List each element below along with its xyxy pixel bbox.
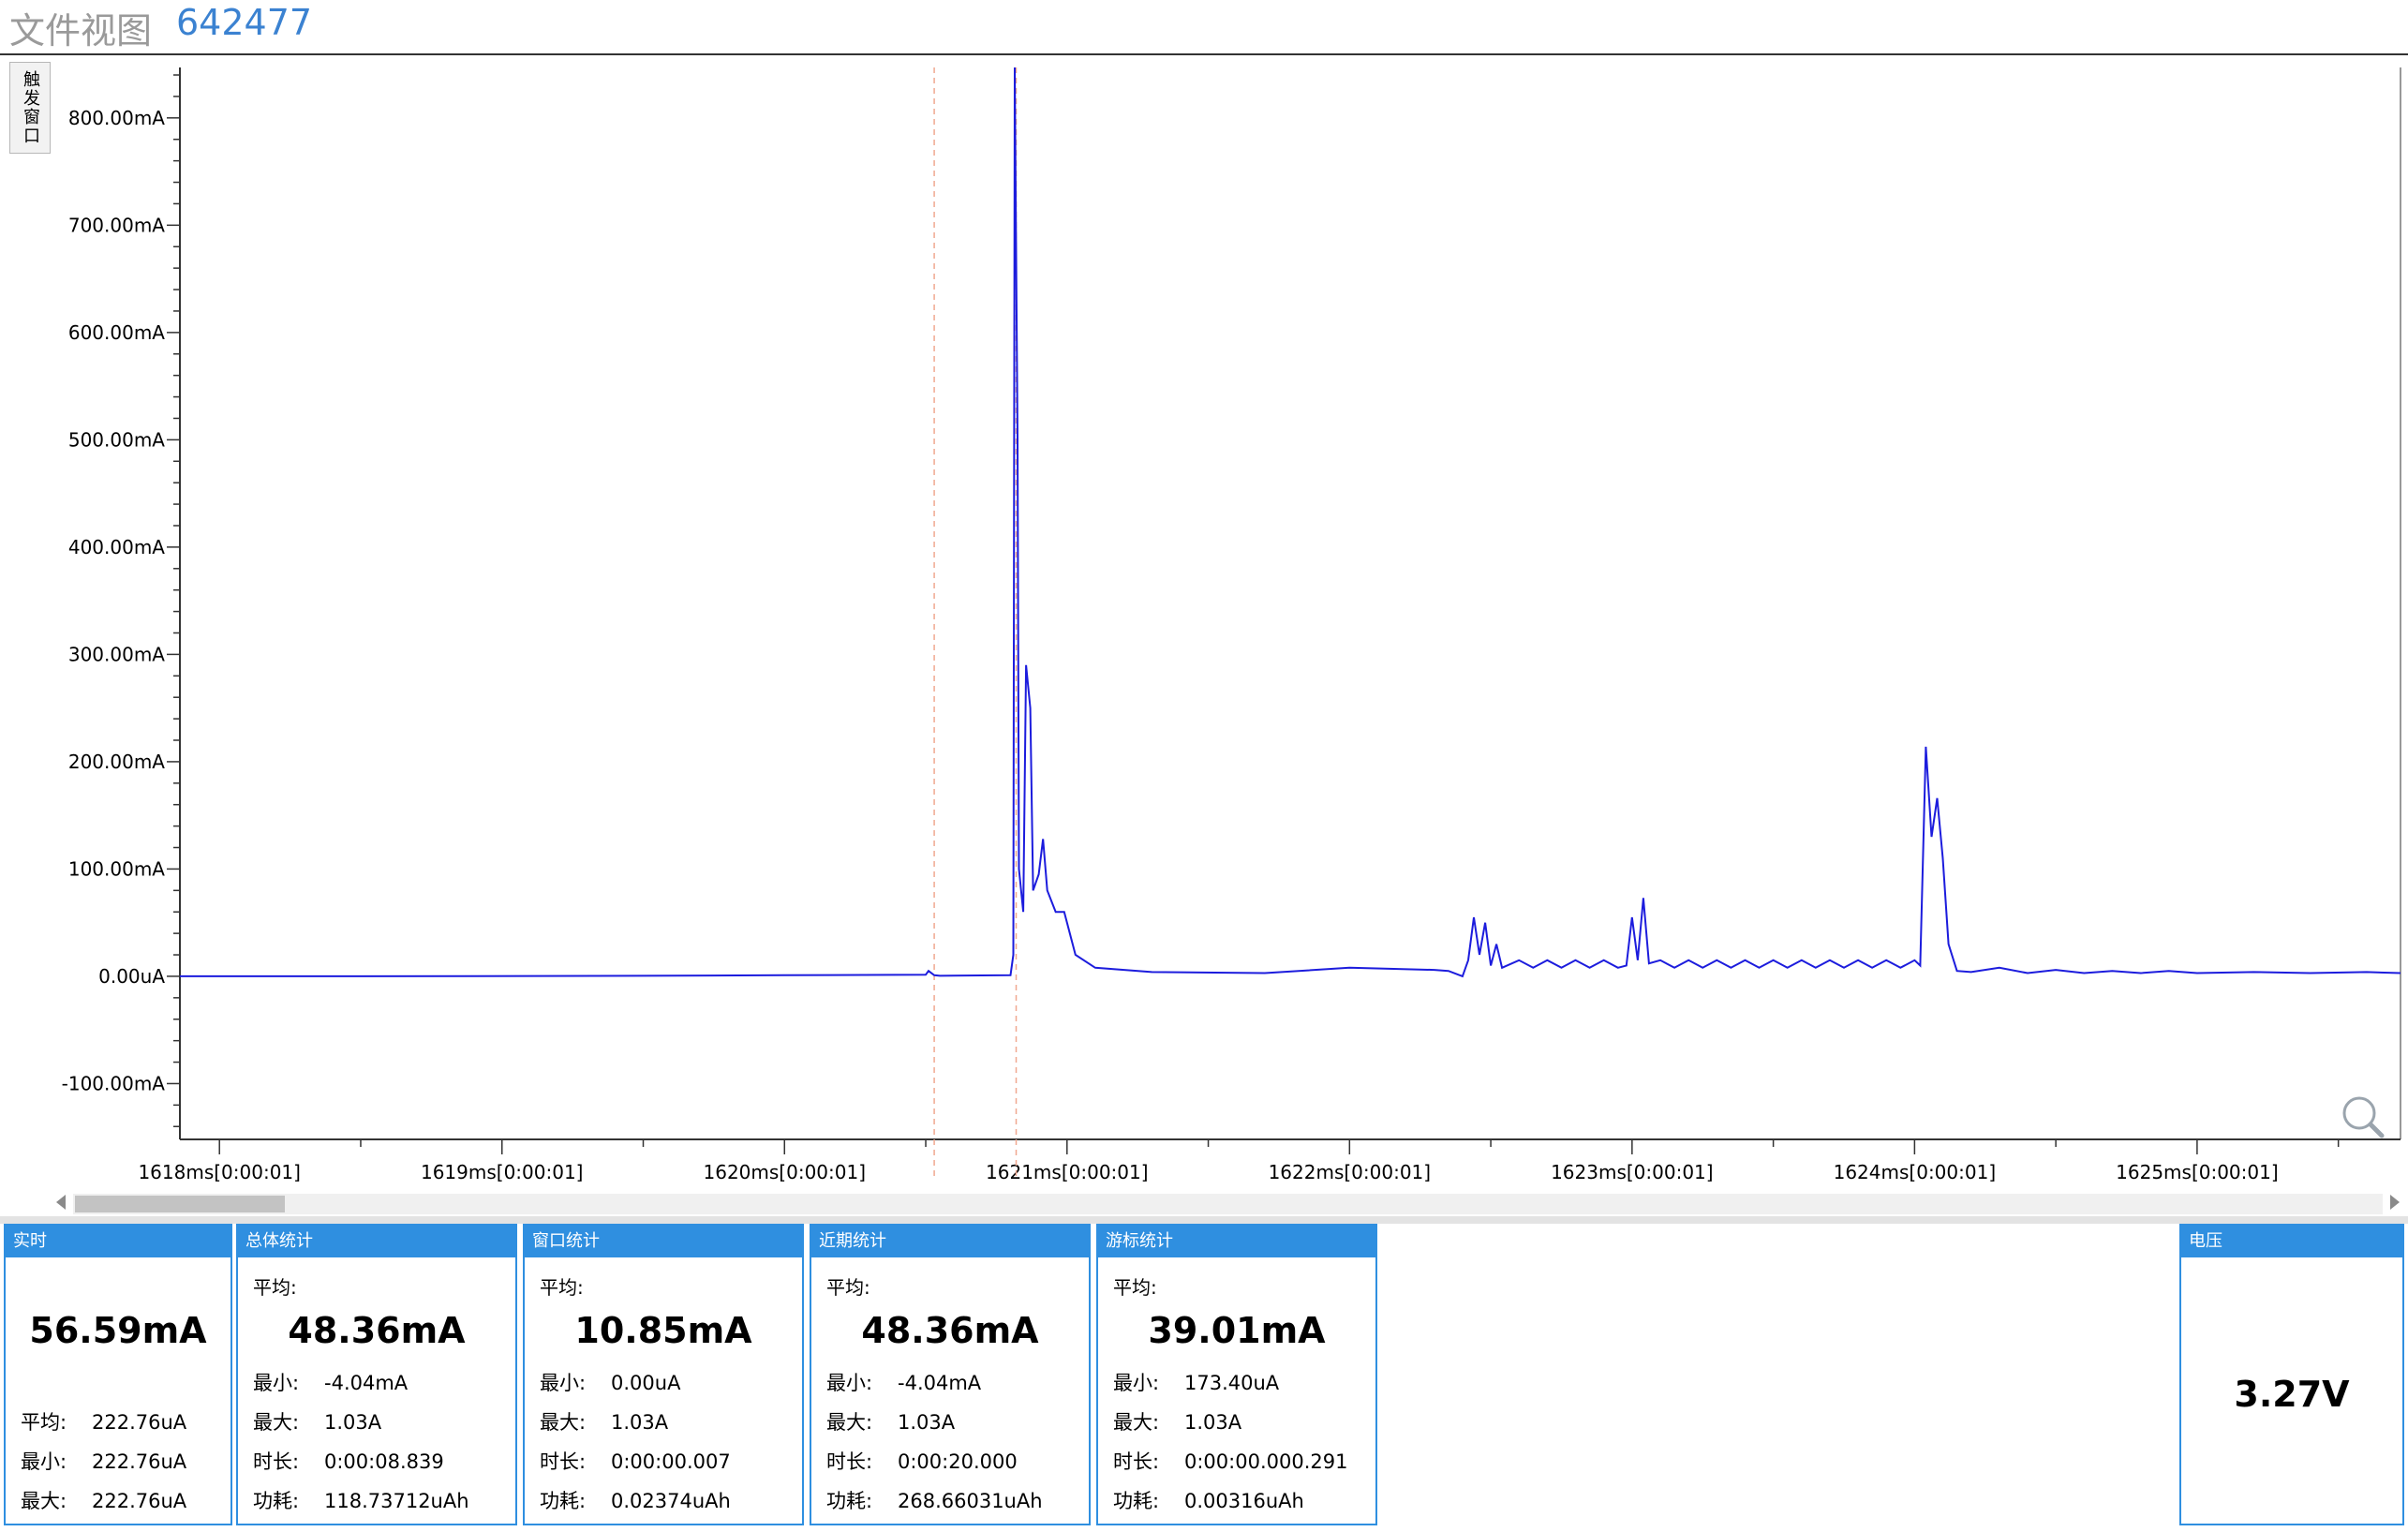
scroll-right-icon[interactable]: [2390, 1195, 2400, 1210]
realtime-panel: 实时 56.59mA 平均: 222.76uA 最小: 222.76uA 最大: 22…: [4, 1224, 232, 1525]
realtime-panel-title: 实时: [6, 1226, 230, 1257]
y-tick-label: 800.00mA: [68, 107, 165, 129]
stat-row: 最小: 173.40uA: [1113, 1372, 1280, 1394]
y-tick-label: 400.00mA: [68, 536, 165, 558]
recent-avg-value: 48.36mA: [861, 1310, 1039, 1351]
avg-label: 平均:: [826, 1276, 870, 1299]
current-series-line: [180, 67, 2401, 978]
stat-row: 最小: -4.04mA: [253, 1372, 409, 1394]
y-tick-label: 300.00mA: [68, 643, 165, 665]
stat-row: 最大: 1.03A: [826, 1411, 956, 1434]
device-id: 642477: [176, 2, 313, 43]
window-stats-panel: 窗口统计 平均: 10.85mA 最小: 0.00uA 最大: 1.03A 时长: 0…: [523, 1224, 804, 1525]
stat-row: 功耗: 0.02374uAh: [540, 1490, 731, 1512]
y-tick-label: 500.00mA: [68, 428, 165, 451]
stat-row: 最小: 0.00uA: [540, 1372, 681, 1394]
scroll-thumb[interactable]: [75, 1196, 285, 1212]
stat-row: 功耗: 118.73712uAh: [253, 1490, 469, 1512]
window-avg-value: 10.85mA: [574, 1310, 752, 1351]
x-tick-label: 1624ms[0:00:01]: [1834, 1161, 1997, 1183]
y-axis: 800.00mA 700.00mA 600.00mA 500.00mA 400.00mA…: [62, 67, 2401, 1139]
panel-divider: [0, 1216, 2408, 1224]
realtime-value: 56.59mA: [29, 1310, 207, 1351]
stat-row: 最小: -4.04mA: [826, 1372, 982, 1394]
x-tick-label: 1623ms[0:00:01]: [1551, 1161, 1714, 1183]
title-bar: 文件视图 642477: [0, 0, 2408, 55]
y-tick-label: 0.00uA: [98, 965, 165, 988]
stat-row: 最大: 1.03A: [253, 1411, 382, 1434]
stat-row: 时长: 0:00:08.839: [253, 1450, 444, 1473]
window-stats-title: 窗口统计: [525, 1226, 802, 1257]
scroll-track[interactable]: [73, 1194, 2383, 1214]
total-avg-value: 48.36mA: [288, 1310, 466, 1351]
stat-row: 最大: 1.03A: [540, 1411, 669, 1434]
x-tick-label: 1625ms[0:00:01]: [2116, 1161, 2279, 1183]
y-tick-label: 200.00mA: [68, 751, 165, 773]
voltage-value: 3.27V: [2234, 1374, 2350, 1415]
avg-label: 平均:: [540, 1276, 584, 1299]
y-tick-label: 100.00mA: [68, 857, 165, 880]
recent-stats-title: 近期统计: [811, 1226, 1089, 1257]
x-tick-label: 1621ms[0:00:01]: [986, 1161, 1149, 1183]
magnifier-icon[interactable]: [2342, 1096, 2385, 1138]
scroll-left-icon[interactable]: [56, 1195, 66, 1210]
stat-row: 时长: 0:00:00.007: [540, 1450, 731, 1473]
total-stats-panel: 总体统计 平均: 48.36mA 最小: -4.04mA 最大: 1.03A 时长:…: [236, 1224, 517, 1525]
x-tick-label: 1620ms[0:00:01]: [704, 1161, 867, 1183]
stat-row: 最大: 1.03A: [1113, 1411, 1242, 1434]
avg-label: 平均:: [253, 1276, 297, 1299]
stat-row: 平均: 222.76uA: [21, 1411, 187, 1434]
cursor-markers[interactable]: [933, 67, 1018, 1177]
horizontal-scrollbar[interactable]: [54, 1190, 2401, 1218]
y-tick-label: -100.00mA: [62, 1072, 166, 1094]
voltage-panel-title: 电压: [2181, 1226, 2402, 1257]
x-tick-label: 1618ms[0:00:01]: [138, 1161, 301, 1183]
current-chart[interactable]: 800.00mA 700.00mA 600.00mA 500.00mA 400.00mA…: [0, 58, 2408, 1192]
title-menu[interactable]: 文件视图: [9, 2, 152, 53]
x-axis: 1618ms[0:00:01] 1619ms[0:00:01] 1620ms[0:0…: [138, 1138, 2401, 1183]
recent-stats-panel: 近期统计 平均: 48.36mA 最小: -4.04mA 最大: 1.03A 时长:…: [810, 1224, 1091, 1525]
y-tick-label: 700.00mA: [68, 214, 165, 236]
stat-row: 最大: 222.76uA: [21, 1490, 187, 1512]
x-tick-label: 1622ms[0:00:01]: [1269, 1161, 1432, 1183]
stat-row: 功耗: 0.00316uAh: [1113, 1490, 1304, 1512]
x-tick-label: 1619ms[0:00:01]: [421, 1161, 584, 1183]
cursor-stats-panel: 游标统计 平均: 39.01mA 最小: 173.40uA 最大: 1.03A 时长…: [1096, 1224, 1377, 1525]
stat-row: 最小: 222.76uA: [21, 1450, 187, 1473]
stat-row: 时长: 0:00:00.000.291: [1113, 1450, 1348, 1473]
cursor-stats-title: 游标统计: [1098, 1226, 1375, 1257]
y-tick-label: 600.00mA: [68, 321, 165, 344]
stat-row: 功耗: 268.66031uAh: [826, 1490, 1043, 1512]
voltage-panel: 电压 3.27V: [2179, 1224, 2404, 1525]
cursor-avg-value: 39.01mA: [1148, 1310, 1326, 1351]
plot-area[interactable]: [180, 67, 2401, 978]
total-stats-title: 总体统计: [238, 1226, 515, 1257]
avg-label: 平均:: [1113, 1276, 1157, 1299]
stat-row: 时长: 0:00:20.000: [826, 1450, 1018, 1473]
title-divider: [0, 53, 2408, 55]
